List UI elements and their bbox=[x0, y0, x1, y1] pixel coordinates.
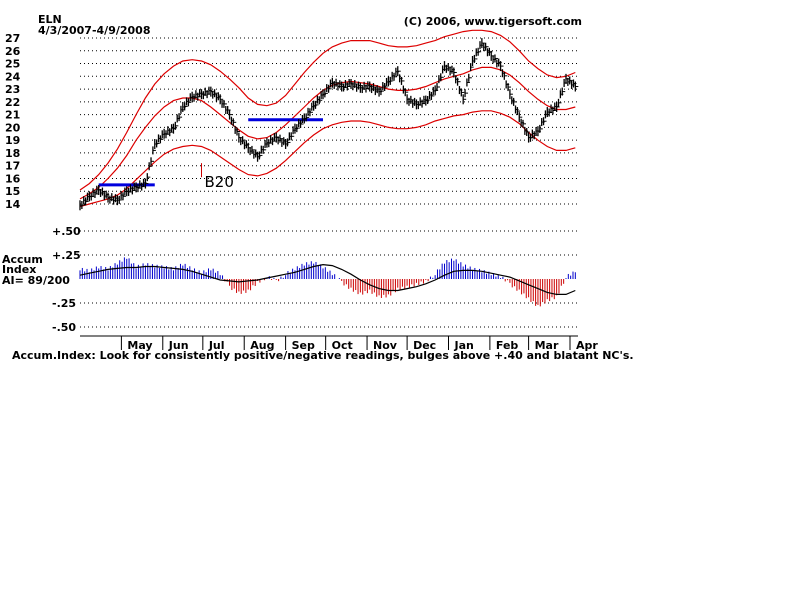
copyright-label: (C) 2006, www.tigersoft.com bbox=[404, 15, 582, 28]
price-tick-label: 14 bbox=[5, 198, 21, 211]
accum-label-line3: AI= 89/200 bbox=[2, 274, 70, 287]
footer-note: Accum.Index: Look for consistently posit… bbox=[12, 349, 634, 362]
price-tick-label: 18 bbox=[5, 147, 20, 160]
price-tick-label: 16 bbox=[5, 172, 21, 185]
price-tick-label: 22 bbox=[5, 96, 20, 109]
price-tick-label: 17 bbox=[5, 160, 20, 173]
accum-tick-label: -.25 bbox=[52, 297, 76, 310]
b20-label: B20 bbox=[204, 173, 233, 191]
price-tick-labels: 1415161718192021222324252627 bbox=[5, 32, 21, 211]
price-tick-label: 15 bbox=[5, 185, 20, 198]
date-range-label: 4/3/2007-4/9/2008 bbox=[38, 24, 150, 37]
accum-tick-label: +.50 bbox=[52, 225, 81, 238]
price-tick-label: 24 bbox=[5, 70, 21, 83]
price-tick-label: 20 bbox=[5, 121, 21, 134]
price-tick-label: 27 bbox=[5, 32, 20, 45]
price-tick-label: 23 bbox=[5, 83, 20, 96]
eln-chart: ELN 4/3/2007-4/9/2008 (C) 2006, www.tige… bbox=[0, 0, 800, 600]
price-tick-label: 26 bbox=[5, 45, 21, 58]
accum-tick-label: -.50 bbox=[52, 321, 76, 334]
accum-tick-label: +.25 bbox=[52, 249, 81, 262]
price-tick-label: 25 bbox=[5, 58, 20, 71]
price-tick-label: 21 bbox=[5, 109, 20, 122]
price-tick-label: 19 bbox=[5, 134, 20, 147]
